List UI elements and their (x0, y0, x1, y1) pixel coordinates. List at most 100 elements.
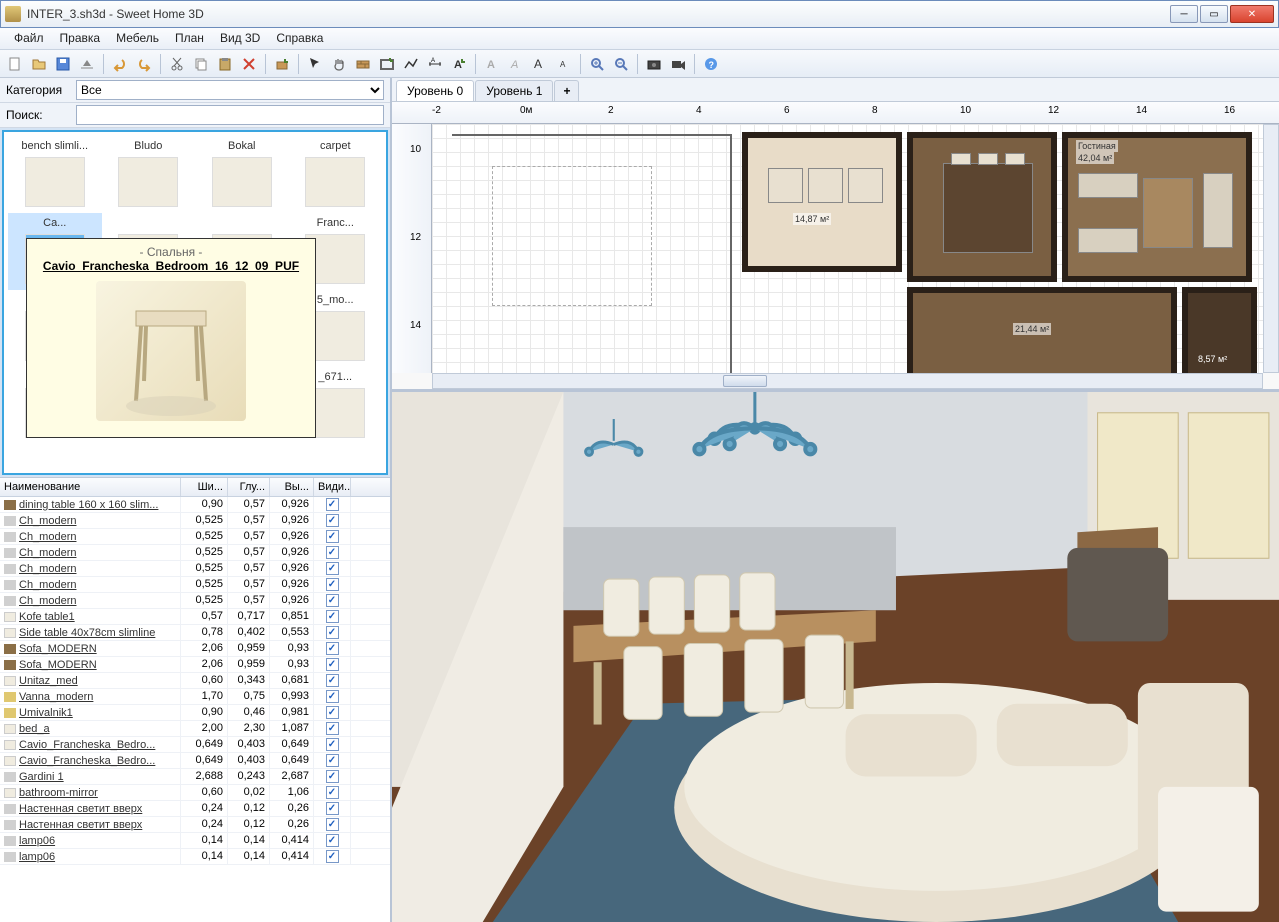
create-walls-icon[interactable] (352, 53, 374, 75)
plan-scrollbar-vertical[interactable] (1263, 124, 1279, 373)
visibility-checkbox[interactable]: ✓ (326, 658, 339, 671)
visibility-checkbox[interactable]: ✓ (326, 786, 339, 799)
visibility-checkbox[interactable]: ✓ (326, 546, 339, 559)
furniture-row[interactable]: Ch_modern0,5250,570,926✓ (0, 545, 390, 561)
furniture-row[interactable]: Ch_modern0,5250,570,926✓ (0, 593, 390, 609)
furniture-row[interactable]: Настенная светит вверх0,240,120,26✓ (0, 817, 390, 833)
furniture-row[interactable]: Sofa_MODERN2,060,9590,93✓ (0, 657, 390, 673)
menu-plan[interactable]: План (167, 28, 212, 49)
tab-level-1[interactable]: Уровень 1 (475, 80, 553, 101)
furniture-row[interactable]: bathroom-mirror0,600,021,06✓ (0, 785, 390, 801)
furniture-row[interactable]: Cavio_Francheska_Bedro...0,6490,4030,649… (0, 753, 390, 769)
minimize-button[interactable]: ─ (1170, 5, 1198, 23)
zoom-in-icon[interactable] (586, 53, 608, 75)
visibility-checkbox[interactable]: ✓ (326, 498, 339, 511)
visibility-checkbox[interactable]: ✓ (326, 594, 339, 607)
select-tool-icon[interactable] (304, 53, 326, 75)
menu-edit[interactable]: Правка (52, 28, 109, 49)
visibility-checkbox[interactable]: ✓ (326, 706, 339, 719)
col-name[interactable]: Наименование (0, 478, 181, 496)
visibility-checkbox[interactable]: ✓ (326, 578, 339, 591)
furniture-row[interactable]: Настенная светит вверх0,240,120,26✓ (0, 801, 390, 817)
visibility-checkbox[interactable]: ✓ (326, 834, 339, 847)
visibility-checkbox[interactable]: ✓ (326, 610, 339, 623)
room-living[interactable]: Гостиная 42,04 м² (1062, 132, 1252, 282)
preferences-icon[interactable] (76, 53, 98, 75)
3d-view[interactable] (392, 392, 1279, 922)
catalog-item[interactable]: Bludo (102, 136, 196, 213)
col-width[interactable]: Ши... (181, 478, 228, 496)
furniture-row[interactable]: Kofe table10,570,7170,851✓ (0, 609, 390, 625)
plan-scrollbar-horizontal[interactable] (432, 373, 1263, 389)
search-input[interactable] (76, 105, 384, 125)
col-height[interactable]: Вы... (270, 478, 314, 496)
menu-file[interactable]: Файл (6, 28, 52, 49)
delete-icon[interactable] (238, 53, 260, 75)
create-rooms-icon[interactable] (376, 53, 398, 75)
furniture-row[interactable]: Unitaz_med0,600,3430,681✓ (0, 673, 390, 689)
visibility-checkbox[interactable]: ✓ (326, 754, 339, 767)
catalog-item[interactable]: carpet (289, 136, 383, 213)
furniture-row[interactable]: bed_a2,002,301,087✓ (0, 721, 390, 737)
menu-help[interactable]: Справка (268, 28, 331, 49)
visibility-checkbox[interactable]: ✓ (326, 562, 339, 575)
room-dining[interactable] (907, 132, 1057, 282)
visibility-checkbox[interactable]: ✓ (326, 514, 339, 527)
visibility-checkbox[interactable]: ✓ (326, 850, 339, 863)
create-photo-icon[interactable] (643, 53, 665, 75)
furniture-row[interactable]: Cavio_Francheska_Bedro...0,6490,4030,649… (0, 737, 390, 753)
tab-add-level[interactable]: + (554, 80, 579, 101)
furniture-row[interactable]: Ch_modern0,5250,570,926✓ (0, 529, 390, 545)
create-text-icon[interactable]: A (448, 53, 470, 75)
furniture-row[interactable]: Sofa_MODERN2,060,9590,93✓ (0, 641, 390, 657)
increase-text-icon[interactable]: A (529, 53, 551, 75)
visibility-checkbox[interactable]: ✓ (326, 802, 339, 815)
col-depth[interactable]: Глу... (228, 478, 270, 496)
tab-level-0[interactable]: Уровень 0 (396, 80, 474, 101)
furniture-row[interactable]: Gardini 12,6880,2432,687✓ (0, 769, 390, 785)
pan-tool-icon[interactable] (328, 53, 350, 75)
furniture-row[interactable]: Side table 40x78cm slimline0,780,4020,55… (0, 625, 390, 641)
add-furniture-icon[interactable] (271, 53, 293, 75)
furniture-list[interactable]: Наименование Ши... Глу... Вы... Види... … (0, 477, 390, 922)
maximize-button[interactable]: ▭ (1200, 5, 1228, 23)
col-visible[interactable]: Види... (314, 478, 351, 496)
create-polyline-icon[interactable] (400, 53, 422, 75)
help-icon[interactable]: ? (700, 53, 722, 75)
visibility-checkbox[interactable]: ✓ (326, 722, 339, 735)
furniture-row[interactable]: dining table 160 x 160 slim...0,900,570,… (0, 497, 390, 513)
redo-icon[interactable] (133, 53, 155, 75)
furniture-row[interactable]: Umivalnik10,900,460,981✓ (0, 705, 390, 721)
visibility-checkbox[interactable]: ✓ (326, 530, 339, 543)
italic-icon[interactable]: A (505, 53, 527, 75)
open-file-icon[interactable] (28, 53, 50, 75)
catalog-item[interactable]: Bokal (195, 136, 289, 213)
decrease-text-icon[interactable]: A (553, 53, 575, 75)
zoom-out-icon[interactable] (610, 53, 632, 75)
visibility-checkbox[interactable]: ✓ (326, 738, 339, 751)
close-button[interactable]: ✕ (1230, 5, 1274, 23)
cut-icon[interactable] (166, 53, 188, 75)
visibility-checkbox[interactable]: ✓ (326, 690, 339, 703)
visibility-checkbox[interactable]: ✓ (326, 642, 339, 655)
copy-icon[interactable] (190, 53, 212, 75)
create-dimensions-icon[interactable]: A (424, 53, 446, 75)
furniture-row[interactable]: Ch_modern0,5250,570,926✓ (0, 513, 390, 529)
undo-icon[interactable] (109, 53, 131, 75)
room-kitchen[interactable]: 14,87 м² (742, 132, 902, 272)
catalog-item[interactable]: bench slimli... (8, 136, 102, 213)
bold-icon[interactable]: A (481, 53, 503, 75)
plan-view[interactable]: -20м246810121416 101214 14,87 м² (392, 102, 1279, 392)
visibility-checkbox[interactable]: ✓ (326, 818, 339, 831)
category-select[interactable]: Все (76, 80, 384, 100)
menu-3dview[interactable]: Вид 3D (212, 28, 268, 49)
create-video-icon[interactable] (667, 53, 689, 75)
visibility-checkbox[interactable]: ✓ (326, 626, 339, 639)
menu-furniture[interactable]: Мебель (108, 28, 167, 49)
furniture-catalog[interactable]: bench slimli...BludoBokalcarpetCa...Fran… (2, 130, 388, 475)
plan-grid[interactable]: 14,87 м² Гостиная 42,04 м² (432, 124, 1263, 373)
paste-icon[interactable] (214, 53, 236, 75)
furniture-row[interactable]: lamp060,140,140,414✓ (0, 849, 390, 865)
visibility-checkbox[interactable]: ✓ (326, 770, 339, 783)
save-icon[interactable] (52, 53, 74, 75)
